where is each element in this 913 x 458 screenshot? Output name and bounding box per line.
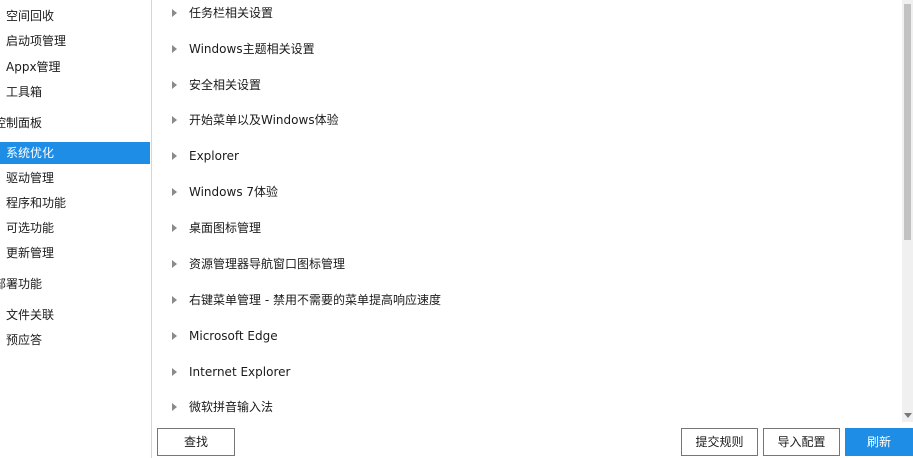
sidebar-item-file-association[interactable]: 文件关联 (0, 304, 150, 326)
expand-arrow-icon[interactable] (172, 45, 177, 53)
tree-item-windows-theme[interactable]: Windows主题相关设置 (152, 37, 901, 61)
sidebar-item-toolbox[interactable]: 工具箱 (0, 81, 150, 103)
scrollbar-thumb[interactable] (904, 4, 911, 240)
sidebar-group-deploy-features[interactable]: 部署功能 (0, 273, 144, 295)
expand-arrow-icon[interactable] (172, 152, 177, 160)
expand-arrow-icon[interactable] (172, 81, 177, 89)
tree-item-label: 微软拼音输入法 (189, 400, 274, 414)
tree-item-label: 安全相关设置 (189, 78, 262, 92)
sidebar-item-system-optimization[interactable]: 系统优化 (0, 142, 150, 164)
sidebar: 空间回收 启动项管理 Appx管理 工具箱 控制面板 系统优化 驱动管理 程序和… (0, 0, 152, 458)
tree-item-nav-pane-icons[interactable]: 资源管理器导航窗口图标管理 (152, 252, 901, 276)
sidebar-item-label: 文件关联 (6, 308, 55, 322)
settings-tree: 任务栏相关设置 Windows主题相关设置 安全相关设置 开始菜单以及Windo… (152, 0, 901, 422)
expand-arrow-icon[interactable] (172, 188, 177, 196)
expand-arrow-icon[interactable] (172, 224, 177, 232)
sidebar-item-appx-manager[interactable]: Appx管理 (0, 56, 150, 78)
sidebar-item-update-manager[interactable]: 更新管理 (0, 242, 150, 264)
tree-item-start-menu[interactable]: 开始菜单以及Windows体验 (152, 108, 901, 132)
tree-item-taskbar-settings[interactable]: 任务栏相关设置 (152, 1, 901, 25)
tree-item-label: Windows 7体验 (189, 185, 279, 199)
sidebar-item-label: 驱动管理 (6, 171, 55, 185)
expand-arrow-icon[interactable] (172, 296, 177, 304)
sidebar-item-label: 更新管理 (6, 246, 55, 260)
tree-item-label: 桌面图标管理 (189, 221, 262, 235)
refresh-button[interactable]: 刷新 (845, 428, 913, 456)
tree-item-label: 资源管理器导航窗口图标管理 (189, 257, 346, 271)
sidebar-item-programs-features[interactable]: 程序和功能 (0, 192, 150, 214)
sidebar-item-startup-manager[interactable]: 启动项管理 (0, 30, 150, 52)
tree-item-label: 开始菜单以及Windows体验 (189, 113, 339, 127)
expand-arrow-icon[interactable] (172, 9, 177, 17)
sidebar-item-unattend[interactable]: 预应答 (0, 329, 150, 351)
bottom-toolbar: 查找 提交规则 导入配置 刷新 (152, 422, 913, 458)
expand-arrow-icon[interactable] (172, 403, 177, 411)
expand-arrow-icon[interactable] (172, 116, 177, 124)
scroll-down-arrow-icon[interactable] (904, 413, 912, 418)
tree-item-internet-explorer[interactable]: Internet Explorer (152, 360, 901, 384)
sidebar-group-label: 控制面板 (0, 116, 43, 130)
sidebar-item-space-reclaim[interactable]: 空间回收 (0, 5, 150, 27)
expand-arrow-icon[interactable] (172, 260, 177, 268)
tree-item-label: 任务栏相关设置 (189, 6, 274, 20)
submit-rules-button[interactable]: 提交规则 (681, 428, 758, 456)
tree-item-context-menu[interactable]: 右键菜单管理 - 禁用不需要的菜单提高响应速度 (152, 288, 901, 312)
tree-item-security[interactable]: 安全相关设置 (152, 73, 901, 97)
tree-item-explorer[interactable]: Explorer (152, 144, 901, 168)
tree-item-desktop-icons[interactable]: 桌面图标管理 (152, 216, 901, 240)
sidebar-item-label: 系统优化 (6, 146, 55, 160)
sidebar-item-label: 启动项管理 (6, 34, 67, 48)
tree-item-label: Internet Explorer (189, 365, 291, 379)
sidebar-item-label: 预应答 (6, 333, 43, 347)
tree-item-label: Windows主题相关设置 (189, 42, 315, 56)
tree-item-ms-pinyin[interactable]: 微软拼音输入法 (152, 395, 901, 419)
expand-arrow-icon[interactable] (172, 332, 177, 340)
import-config-button[interactable]: 导入配置 (763, 428, 840, 456)
expand-arrow-icon[interactable] (172, 368, 177, 376)
tree-item-windows7-experience[interactable]: Windows 7体验 (152, 180, 901, 204)
sidebar-group-control-panel[interactable]: 控制面板 (0, 112, 144, 134)
sidebar-item-optional-features[interactable]: 可选功能 (0, 217, 150, 239)
sidebar-item-label: Appx管理 (6, 60, 61, 74)
search-button[interactable]: 查找 (157, 428, 235, 456)
sidebar-group-label: 部署功能 (0, 277, 43, 291)
tree-item-label: Explorer (189, 149, 239, 163)
sidebar-item-label: 程序和功能 (6, 196, 67, 210)
sidebar-item-driver-manager[interactable]: 驱动管理 (0, 167, 150, 189)
sidebar-item-label: 可选功能 (6, 221, 55, 235)
tree-item-microsoft-edge[interactable]: Microsoft Edge (152, 324, 901, 348)
sidebar-item-label: 空间回收 (6, 9, 55, 23)
tree-item-label: Microsoft Edge (189, 329, 278, 343)
sidebar-item-label: 工具箱 (6, 85, 43, 99)
tree-item-label: 右键菜单管理 - 禁用不需要的菜单提高响应速度 (189, 293, 441, 307)
vertical-scrollbar[interactable] (902, 0, 913, 422)
